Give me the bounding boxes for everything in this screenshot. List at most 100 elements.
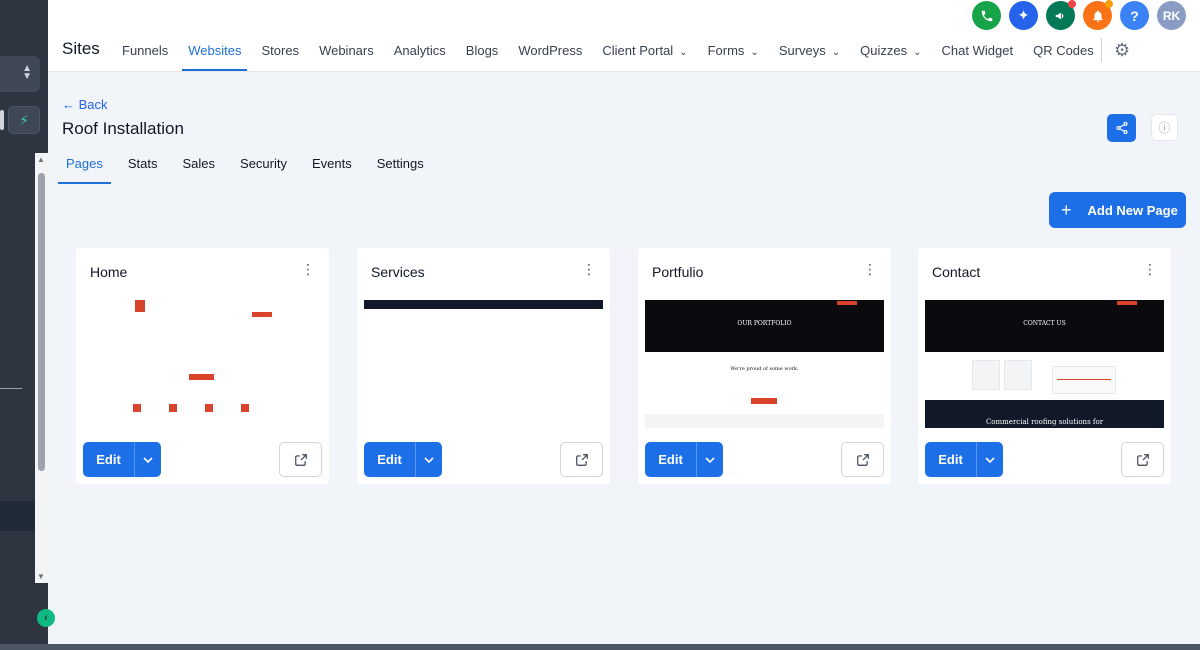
edit-button[interactable]: Edit (645, 442, 696, 477)
scroll-up-icon[interactable]: ▲ (37, 155, 45, 164)
page-thumbnail[interactable]: OUR PORTFOLIO We're proud of some work. (645, 300, 884, 428)
edit-button-group: Edit (83, 442, 161, 477)
tab-settings[interactable]: Settings (367, 150, 434, 184)
edit-button[interactable]: Edit (925, 442, 976, 477)
page-card-services: Services ⋮ Edit (357, 248, 610, 484)
bell-icon[interactable] (1083, 0, 1113, 30)
notification-dot (1105, 0, 1113, 8)
more-vertical-icon[interactable]: ⋮ (582, 262, 596, 276)
thumbnail-features (127, 404, 277, 428)
gear-icon[interactable]: ⚙ (1114, 40, 1130, 61)
help-icon[interactable]: ? (1120, 1, 1149, 30)
external-link-icon[interactable] (560, 442, 603, 477)
chevron-down-icon[interactable] (415, 442, 442, 477)
site-tabs: Pages Stats Sales Security Events Settin… (56, 150, 439, 184)
more-vertical-icon[interactable]: ⋮ (301, 262, 315, 276)
share-button[interactable] (1107, 114, 1136, 142)
thumbnail-footer: Commercial roofing solutions for (925, 400, 1164, 428)
lightning-icon[interactable]: ⚡ (8, 106, 40, 134)
edit-button[interactable]: Edit (83, 442, 134, 477)
top-navigation: Sites Funnels Websites Stores Webinars A… (48, 0, 1200, 72)
header-actions: ✦ ? RK (972, 0, 1186, 30)
share-icon (1115, 121, 1128, 135)
section-title: Sites (62, 39, 100, 58)
chevron-down-icon: ⌄ (750, 47, 759, 58)
megaphone-icon[interactable] (1046, 0, 1076, 30)
plus-icon: + (1061, 199, 1072, 220)
scroll-down-icon[interactable]: ▼ (37, 572, 45, 581)
left-sidebar: ▲ ▼ ⚡ ▲ ▼ (0, 0, 48, 650)
scrollbar-thumb[interactable] (38, 173, 45, 471)
tab-stats[interactable]: Stats (118, 150, 168, 184)
sidebar-divider (0, 388, 22, 389)
sparkle-icon[interactable]: ✦ (1009, 1, 1038, 30)
page-thumbnail[interactable] (83, 300, 322, 428)
page-card-title: Portfulio (652, 264, 704, 280)
chevron-down-icon: ⌄ (913, 47, 922, 58)
add-new-page-button[interactable]: + Add New Page (1049, 192, 1186, 228)
nav-tab-dropdown[interactable]: Quizzes ⌄ (850, 34, 931, 70)
indicator-bar (0, 110, 4, 130)
chevron-down-icon: ⌄ (831, 47, 841, 58)
tab-events[interactable]: Events (302, 150, 362, 184)
thumbnail-contact-card (1004, 360, 1032, 390)
more-vertical-icon[interactable]: ⋮ (1143, 262, 1157, 276)
thumbnail-heading: OUR PORTFOLIO (737, 320, 792, 327)
page-card-title: Home (90, 264, 128, 280)
page-title: Roof Installation (62, 119, 184, 138)
nav-tab-active[interactable]: Websites (178, 34, 251, 71)
collapse-sidebar-icon[interactable]: ‹ (37, 609, 55, 627)
top-nav-tabs: Funnels Websites Stores Webinars Analyti… (112, 34, 1104, 71)
thumbnail-footer (645, 414, 884, 428)
nav-tab[interactable]: Webinars (309, 34, 384, 70)
thumbnail-form (1052, 366, 1116, 394)
tab-pages[interactable]: Pages (56, 150, 113, 184)
nav-tab[interactable]: Stores (251, 34, 309, 70)
avatar[interactable]: RK (1157, 1, 1186, 30)
external-link-icon[interactable] (1121, 442, 1164, 477)
location-switcher[interactable]: ▲ ▼ (0, 56, 40, 92)
tab-sales[interactable]: Sales (173, 150, 226, 184)
chevron-updown-icon: ▲ ▼ (22, 63, 32, 82)
thumbnail-header (129, 300, 276, 318)
thumbnail-cta (189, 374, 214, 380)
window-bottom-edge (0, 644, 1200, 650)
nav-tab[interactable]: Funnels (112, 34, 178, 70)
more-vertical-icon[interactable]: ⋮ (863, 262, 877, 276)
nav-tab[interactable]: Analytics (384, 34, 456, 70)
info-icon[interactable]: ⓘ (1151, 114, 1178, 141)
nav-tab-dropdown[interactable]: Forms ⌄ (698, 34, 769, 70)
thumbnail-hero: OUR PORTFOLIO (645, 300, 884, 352)
thumbnail-contact-card (972, 360, 1000, 390)
quick-actions: ⚡ (0, 106, 42, 134)
nav-tab[interactable]: Blogs (456, 34, 509, 70)
nav-tab-dropdown[interactable]: Client Portal ⌄ (592, 34, 697, 70)
chevron-down-icon[interactable] (696, 442, 723, 477)
page-thumbnail[interactable]: CONTACT US Commercial roofing solutions … (925, 300, 1164, 428)
page-card-home: Home ⋮ Edit (76, 248, 329, 484)
external-link-icon[interactable] (841, 442, 884, 477)
edit-button-group: Edit (645, 442, 723, 477)
chevron-down-icon[interactable] (134, 442, 161, 477)
page-card-title: Services (371, 264, 425, 280)
thumbnail-cta (751, 398, 777, 404)
sidebar-scrollbar[interactable]: ▲ ▼ (35, 153, 48, 583)
nav-tab[interactable]: Chat Widget (932, 34, 1024, 70)
page-card-contact: Contact ⋮ CONTACT US Commercial roofing … (918, 248, 1171, 484)
nav-tab[interactable]: QR Codes (1023, 34, 1104, 70)
main-content: Sites Funnels Websites Stores Webinars A… (48, 0, 1200, 644)
page-card-portfolio: Portfulio ⋮ OUR PORTFOLIO We're proud of… (638, 248, 891, 484)
thumbnail-hero: CONTACT US (925, 300, 1164, 352)
back-link[interactable]: ← Back (62, 97, 108, 112)
sidebar-item-active[interactable] (0, 501, 36, 531)
nav-tab[interactable]: WordPress (508, 34, 592, 70)
chevron-down-icon: ⌄ (679, 47, 688, 58)
page-thumbnail[interactable] (364, 300, 603, 428)
chevron-down-icon[interactable] (976, 442, 1003, 477)
nav-tab-dropdown[interactable]: Surveys ⌄ (769, 34, 850, 70)
phone-icon[interactable] (972, 1, 1001, 30)
tab-security[interactable]: Security (230, 150, 297, 184)
external-link-icon[interactable] (279, 442, 322, 477)
edit-button[interactable]: Edit (364, 442, 415, 477)
thumbnail-header (364, 300, 603, 309)
